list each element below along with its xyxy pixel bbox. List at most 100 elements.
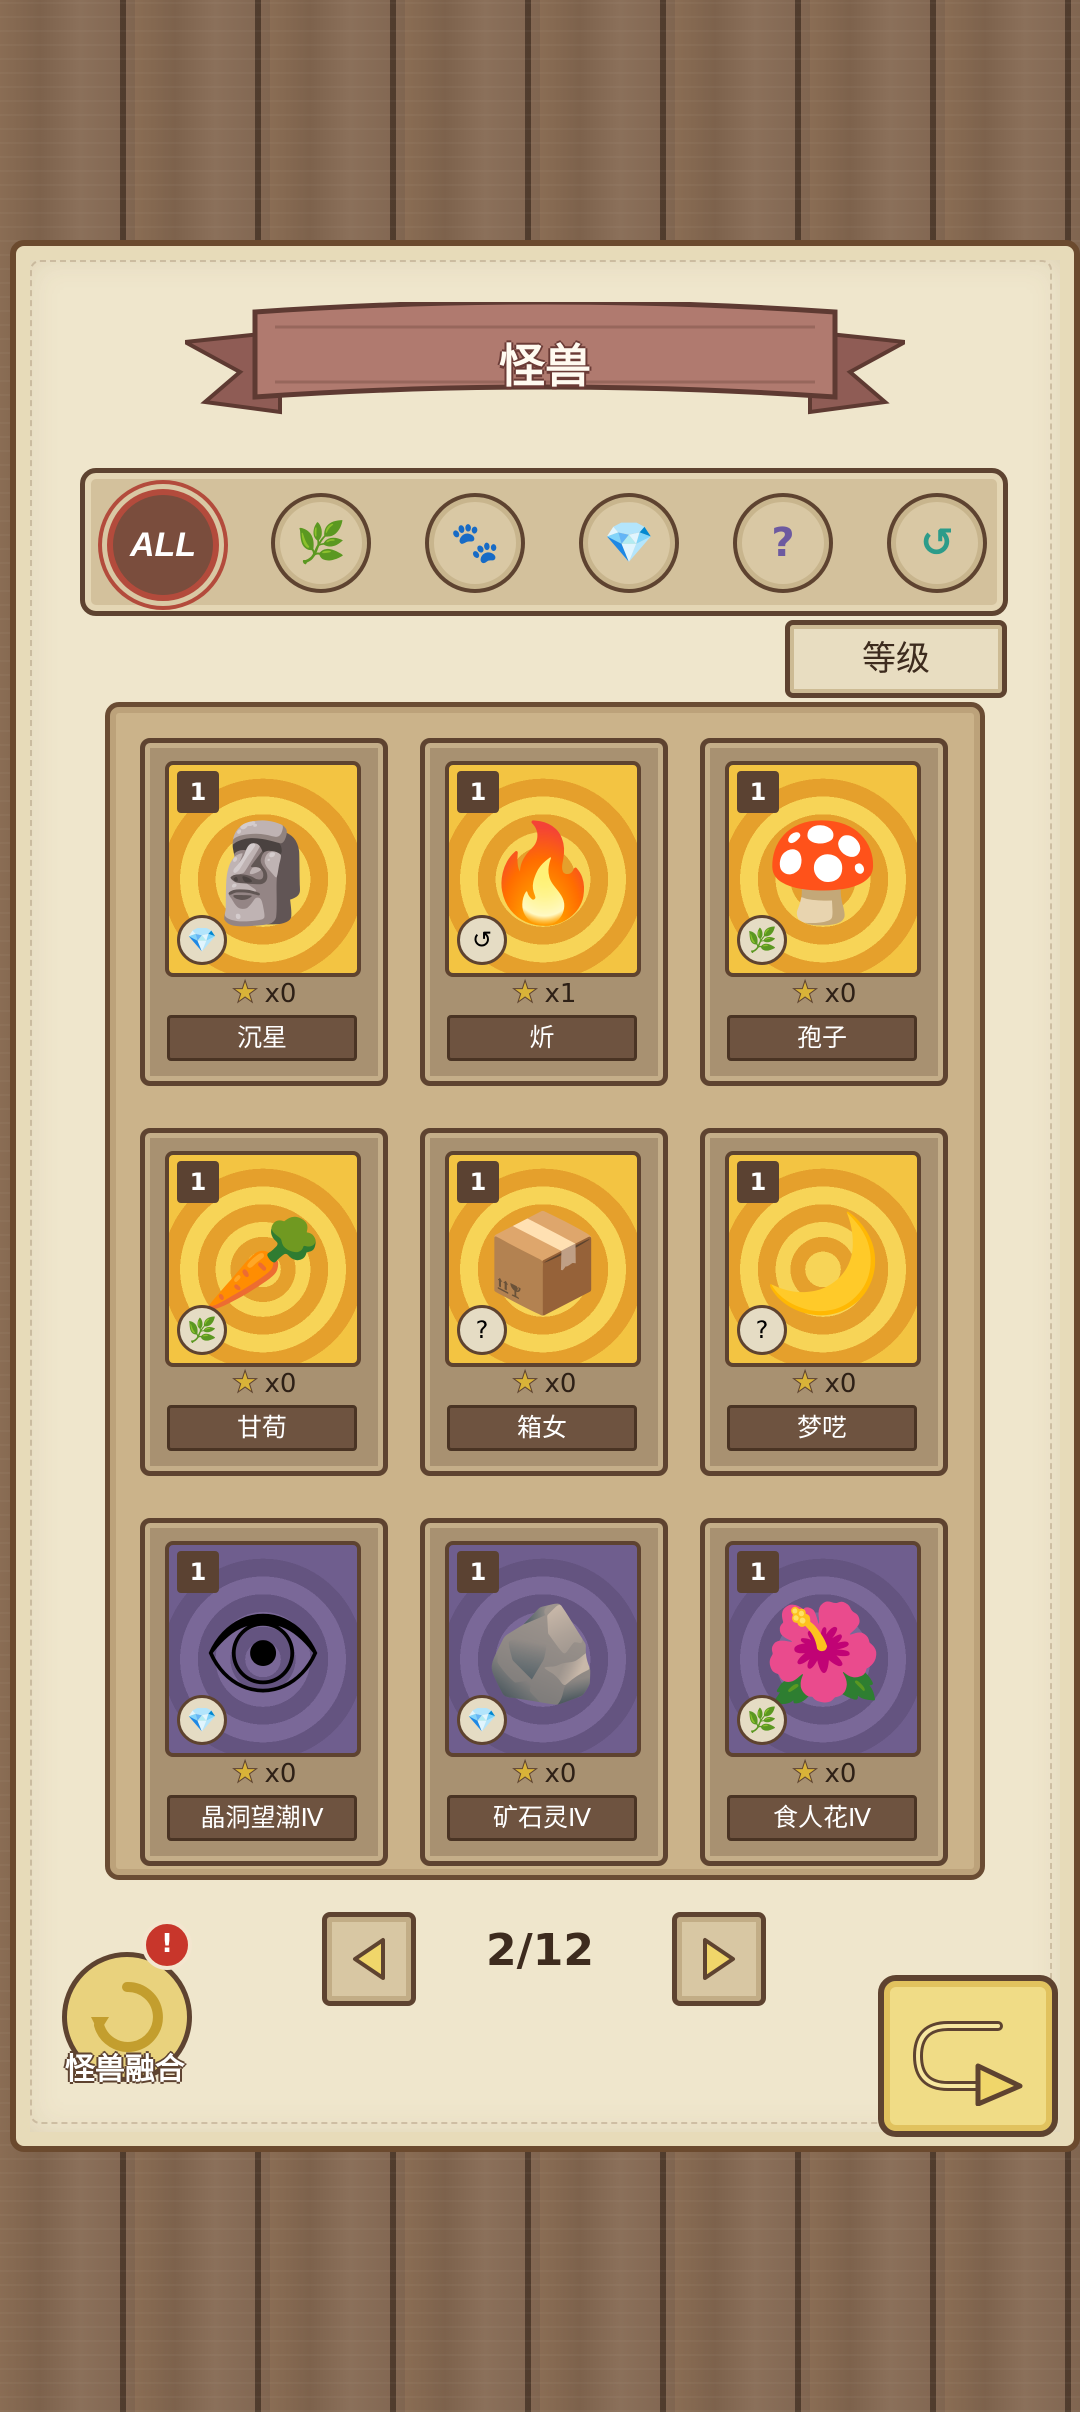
prev-page-button[interactable] xyxy=(322,1912,416,2006)
level-badge: 1 xyxy=(177,1161,219,1203)
monster-name: 甘荀 xyxy=(167,1405,357,1451)
page-indicator: 2/12 xyxy=(486,1925,594,1976)
star-icon: ★ xyxy=(231,1365,259,1401)
swirl-icon: ↺ xyxy=(920,520,954,566)
star-count: ★ x0 xyxy=(145,975,383,1011)
return-arrow-icon xyxy=(912,2021,1023,2106)
leaf-icon: 🌿 xyxy=(737,1695,787,1745)
star-count: ★ x0 xyxy=(705,1365,943,1401)
triangle-right-icon xyxy=(703,1938,735,1980)
leaf-icon: 🌿 xyxy=(737,915,787,965)
star-icon: ★ xyxy=(791,1365,819,1401)
star-icon: ★ xyxy=(231,1755,259,1791)
monster-card[interactable]: 1 🥕 🌿 ★ x0 甘荀 xyxy=(140,1128,388,1476)
mimic-girl-icon: 📦 xyxy=(483,1207,603,1320)
monster-card[interactable]: 1 📦 ? ★ x0 箱女 xyxy=(420,1128,668,1476)
level-badge: 1 xyxy=(737,1161,779,1203)
spore-girl-icon: 🍄 xyxy=(763,817,883,930)
level-badge: 1 xyxy=(457,771,499,813)
level-badge: 1 xyxy=(457,1161,499,1203)
crystal-icon: 💎 xyxy=(604,520,654,566)
back-button[interactable] xyxy=(878,1975,1058,2137)
star-count: ★ x0 xyxy=(705,975,943,1011)
crystal-icon: 💎 xyxy=(177,1695,227,1745)
carrot-girl-icon: 🥕 xyxy=(203,1207,323,1320)
rock-golem-icon: 🗿 xyxy=(203,817,323,930)
star-count: ★ x0 xyxy=(425,1755,663,1791)
monster-name: 晶洞望潮Ⅳ xyxy=(167,1795,357,1841)
monster-name: 孢子 xyxy=(727,1015,917,1061)
filter-crystal-button[interactable]: 💎 xyxy=(579,493,679,593)
monster-card[interactable]: 1 🌺 🌿 ★ x0 食人花Ⅳ xyxy=(700,1518,948,1866)
star-count-value: x0 xyxy=(264,1759,297,1789)
star-count: ★ x1 xyxy=(425,975,663,1011)
filter-leaf-button[interactable]: 🌿 xyxy=(271,493,371,593)
monster-name: 炘 xyxy=(447,1015,637,1061)
star-count-value: x1 xyxy=(544,979,577,1009)
monster-card[interactable]: 1 🗿 💎 ★ x0 沉星 xyxy=(140,738,388,1086)
filter-question-button[interactable]: ? xyxy=(733,493,833,593)
card-art: 1 🌙 ? xyxy=(725,1151,921,1367)
level-badge: 1 xyxy=(737,771,779,813)
star-count-value: x0 xyxy=(544,1759,577,1789)
filter-swirl-button[interactable]: ↺ xyxy=(887,493,987,593)
question-icon: ? xyxy=(771,520,795,566)
swirl-icon: ↺ xyxy=(457,915,507,965)
monster-fusion-button[interactable]: ! 怪兽融合 xyxy=(50,1920,200,2090)
card-art: 1 🗿 💎 xyxy=(165,761,361,977)
card-art: 1 🥕 🌿 xyxy=(165,1151,361,1367)
triangle-left-icon xyxy=(353,1938,385,1980)
monster-card[interactable]: 1 🌙 ? ★ x0 梦呓 xyxy=(700,1128,948,1476)
star-icon: ★ xyxy=(791,1755,819,1791)
fusion-label: 怪兽融合 xyxy=(65,2052,185,2087)
monster-name: 沉星 xyxy=(167,1015,357,1061)
star-icon: ★ xyxy=(231,975,259,1011)
level-badge: 1 xyxy=(177,1551,219,1593)
monster-card[interactable]: 1 👁 💎 ★ x0 晶洞望潮Ⅳ xyxy=(140,1518,388,1866)
monster-card[interactable]: 1 🍄 🌿 ★ x0 孢子 xyxy=(700,738,948,1086)
filter-all-button[interactable]: ALL xyxy=(107,489,219,601)
shadow-girl-icon: 🌙 xyxy=(763,1207,883,1320)
crystal-icon: 💎 xyxy=(177,915,227,965)
star-icon: ★ xyxy=(511,1755,539,1791)
star-icon: ★ xyxy=(511,975,539,1011)
star-count: ★ x0 xyxy=(145,1365,383,1401)
filter-all-label: ALL xyxy=(129,525,197,564)
page-title: 怪兽 xyxy=(499,339,591,393)
card-art: 1 🔥 ↺ xyxy=(445,761,641,977)
star-count-value: x0 xyxy=(264,979,297,1009)
card-art: 1 🌺 🌿 xyxy=(725,1541,921,1757)
next-page-button[interactable] xyxy=(672,1912,766,2006)
level-badge: 1 xyxy=(457,1551,499,1593)
card-art: 1 🍄 🌿 xyxy=(725,761,921,977)
filter-paw-button[interactable]: 🐾 xyxy=(425,493,525,593)
paw-icon: 🐾 xyxy=(450,520,500,566)
star-icon: ★ xyxy=(511,1365,539,1401)
fire-girl-icon: 🔥 xyxy=(483,817,603,930)
monster-name: 食人花Ⅳ xyxy=(727,1795,917,1841)
venus-flytrap-icon: 🌺 xyxy=(763,1597,883,1710)
monster-card[interactable]: 1 🪨 💎 ★ x0 矿石灵Ⅳ xyxy=(420,1518,668,1866)
card-art: 1 👁 💎 xyxy=(165,1541,361,1757)
star-count-value: x0 xyxy=(824,979,857,1009)
notification-badge: ! xyxy=(142,1920,192,1970)
level-badge: 1 xyxy=(737,1551,779,1593)
star-count-value: x0 xyxy=(544,1369,577,1399)
question-icon: ? xyxy=(457,1305,507,1355)
star-count: ★ x0 xyxy=(705,1755,943,1791)
star-count: ★ x0 xyxy=(425,1365,663,1401)
star-count: ★ x0 xyxy=(145,1755,383,1791)
card-art: 1 🪨 💎 xyxy=(445,1541,641,1757)
title-banner: 怪兽 xyxy=(185,302,905,427)
sort-by-level-button[interactable]: 等级 xyxy=(785,620,1007,698)
monster-name: 梦呓 xyxy=(727,1405,917,1451)
monster-card[interactable]: 1 🔥 ↺ ★ x1 炘 xyxy=(420,738,668,1086)
leaf-icon: 🌿 xyxy=(296,520,346,566)
crystal-eye-icon: 👁 xyxy=(202,1597,324,1710)
monster-name: 矿石灵Ⅳ xyxy=(447,1795,637,1841)
ore-spirit-icon: 🪨 xyxy=(483,1597,603,1710)
star-count-value: x0 xyxy=(824,1759,857,1789)
crystal-icon: 💎 xyxy=(457,1695,507,1745)
star-count-value: x0 xyxy=(824,1369,857,1399)
star-count-value: x0 xyxy=(264,1369,297,1399)
